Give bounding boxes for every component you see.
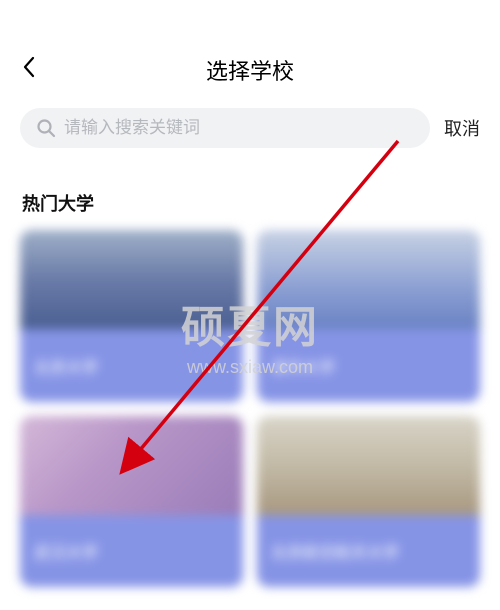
cancel-button[interactable]: 取消 [444, 115, 480, 141]
search-row: 取消 [0, 100, 500, 162]
university-card[interactable]: 清华大学 [257, 230, 480, 402]
header: 选择学校 [0, 36, 500, 100]
university-grid: 北京大学 清华大学 武汉大学 北京航空航天大学 [0, 230, 500, 607]
card-image [20, 230, 243, 329]
card-label: 北京航空航天大学 [257, 515, 480, 587]
card-label: 清华大学 [257, 330, 480, 402]
university-card[interactable]: 武汉大学 [20, 416, 243, 588]
card-image [257, 416, 480, 515]
card-image [20, 416, 243, 515]
back-icon[interactable] [22, 56, 36, 84]
card-label: 北京大学 [20, 330, 243, 402]
card-label: 武汉大学 [20, 515, 243, 587]
section-title: 热门大学 [0, 162, 500, 230]
search-box[interactable] [20, 108, 430, 148]
university-card[interactable]: 北京航空航天大学 [257, 416, 480, 588]
page-title: 选择学校 [20, 54, 480, 86]
search-input[interactable] [64, 118, 414, 138]
card-image [257, 230, 480, 329]
university-card[interactable]: 北京大学 [20, 230, 243, 402]
search-icon [36, 118, 56, 138]
